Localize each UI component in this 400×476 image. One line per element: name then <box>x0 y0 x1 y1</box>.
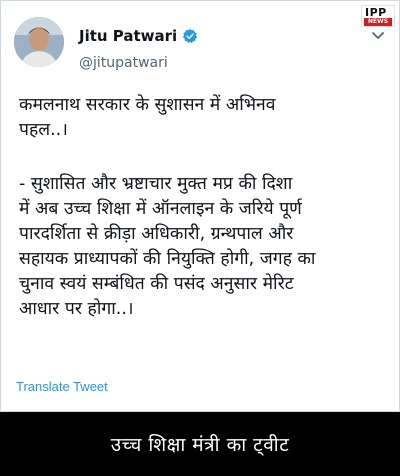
translate-tweet-link[interactable]: Translate Tweet <box>16 379 108 394</box>
tweet-card: Jitu Patwari @jitupatwari IPP NEWS कमलना… <box>0 0 400 412</box>
avatar-photo <box>14 17 64 67</box>
author-handle[interactable]: @jitupatwari <box>79 55 168 71</box>
verified-badge-icon <box>183 29 198 44</box>
chevron-down-icon[interactable] <box>371 31 385 41</box>
avatar[interactable] <box>14 17 64 67</box>
caption-text: उच्च शिक्षा मंत्री का ट्वीट <box>110 434 290 456</box>
tweet-paragraph-1: कमलनाथ सरकार के सुशासन में अभिनव पहल..। <box>19 95 276 140</box>
ipp-news-logo: IPP NEWS <box>361 5 395 27</box>
tweet-paragraph-2: - सुशासित और भ्रष्टाचार मुक्त मप्र की दि… <box>19 174 316 319</box>
caption-bar: उच्च शिक्षा मंत्री का ट्वीट <box>0 412 400 476</box>
author-name[interactable]: Jitu Patwari <box>79 27 177 45</box>
logo-sub: NEWS <box>364 18 392 26</box>
author-name-row[interactable]: Jitu Patwari <box>79 27 198 45</box>
